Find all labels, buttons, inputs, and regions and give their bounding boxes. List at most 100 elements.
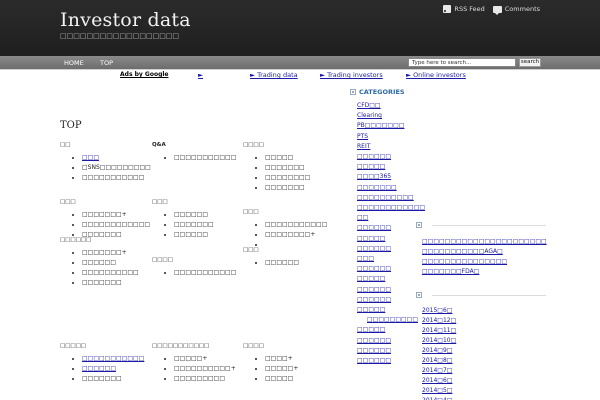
comment-icon [492, 5, 502, 15]
category-link[interactable]: □□□□□□ [357, 337, 391, 344]
category-item: REIT [357, 142, 410, 152]
category-block: □□□□□□□□□□□□□+□□□□□□□□□□□□□□□□□□□□□□□ [60, 237, 150, 288]
category-link[interactable]: □□□□□□ [357, 245, 391, 252]
list-item: □□□□□□□+ [82, 248, 150, 258]
ads-by-google-link[interactable]: Ads by Google [120, 71, 168, 78]
archive-link[interactable]: 2014□5□ [422, 387, 452, 394]
category-link[interactable]: PTS [357, 133, 368, 140]
ad-link-3[interactable]: ► Trading investors [320, 71, 383, 79]
category-block: □□□□□□□□+□□□□□+□□□□□ [243, 343, 333, 384]
category-link[interactable]: □□□□□ [357, 326, 385, 333]
recent-post-item: □□□□□□□□□□□AGA□ [422, 247, 546, 257]
archive-item: 2014□10□ [422, 336, 546, 346]
category-link[interactable]: PB□□□□□□□ [357, 122, 404, 129]
category-link[interactable]: □□□□□□ [357, 286, 391, 293]
category-item: □□□□□□ [357, 336, 410, 346]
ad-link-1[interactable]: ► [198, 71, 203, 79]
list-item: □□□□□□□□ [265, 173, 333, 183]
category-link[interactable]: □□□□□ [357, 235, 385, 242]
category-link[interactable]: □□□□□□□ [357, 184, 397, 191]
list-item: □□□□□ [265, 374, 333, 384]
widget-box-icon [416, 222, 422, 228]
category-block: □□□□□□□□□□□□□□□ [152, 257, 242, 278]
block-title: □□□□ [243, 142, 264, 148]
recent-post-item: □□□□□□□□□□□□□□□□□□□□□□ [422, 237, 547, 247]
category-item: □□□□□□□□□ [357, 315, 418, 325]
category-link[interactable]: □□□□□□ [357, 357, 391, 364]
page-title: TOP [60, 120, 82, 131]
category-link[interactable]: □□□□□ [357, 275, 385, 282]
archive-link[interactable]: 2014□6□ [422, 377, 452, 384]
category-link[interactable]: □□□□□□□□□□□□ [357, 204, 425, 211]
category-item: □□□□□□ [357, 295, 410, 305]
list-item: □□□□□□□□□□□ [174, 153, 242, 163]
archive-link[interactable]: 2015□6□ [422, 307, 452, 314]
list-item: □□□□□□□ [82, 374, 150, 384]
list-item: □□□□□□ [174, 230, 242, 240]
list-item-link[interactable]: □□□□□□□□□□□ [82, 355, 144, 362]
search-button[interactable]: search [519, 58, 541, 67]
rss-feed-link[interactable]: RSS Feed [443, 5, 485, 13]
category-item: □□□□□ [357, 325, 410, 335]
archive-link[interactable]: 2014□9□ [422, 347, 452, 354]
category-link[interactable]: □□□□□□ [357, 153, 391, 160]
category-link[interactable]: □□□ [357, 255, 374, 262]
category-block: □□□□□□□□□□□ □□□□□+□□□□□□□□□□+□□□□□□□□□ [152, 343, 242, 384]
block-title: □□ [60, 142, 71, 148]
list-item-link[interactable]: □□□ [82, 154, 99, 161]
categories-header: CATEGORIES [350, 88, 410, 96]
category-link[interactable]: □□□□□□ [357, 296, 391, 303]
recent-post-item: □□□□□□□FDA□ [422, 267, 546, 277]
block-title: Q&A [152, 142, 166, 148]
category-link[interactable]: □□□□□□ [357, 347, 391, 354]
recent-post-link[interactable]: □□□□□□□FDA□ [422, 268, 479, 275]
category-link[interactable]: CFD□□ [357, 102, 381, 109]
ad-link-4[interactable]: ► Online investors [406, 71, 466, 79]
category-link[interactable]: □□□□□ [357, 306, 385, 313]
category-link[interactable]: □□□□□□□□□ [367, 316, 418, 323]
list-item-link[interactable]: □□□□□□ [82, 365, 116, 372]
list-item: □□□□□□□□□□□ [82, 354, 150, 364]
category-link[interactable]: REIT [357, 143, 370, 150]
ad-link-2[interactable]: ► Trading data [250, 71, 298, 79]
list-item: □□□□□□□□□ [174, 374, 242, 384]
recent-post-link[interactable]: □□□□□□□□□□□□□□□ [422, 258, 507, 265]
archive-link[interactable]: 2014□8□ [422, 357, 452, 364]
category-block: □□□□□□□□□□+□□□□□□□□□□□□□□□□□□□ [60, 199, 150, 240]
recent-post-link[interactable]: □□□□□□□□□□□AGA□ [422, 248, 503, 255]
list-item: □□□□□□□□□□+ [174, 364, 242, 374]
search-input[interactable] [408, 58, 516, 67]
block-list: □□□□□□□+□□□□□□□□□□□□□□□□□□□ [60, 210, 150, 240]
archive-item: 2014□6□ [422, 376, 546, 386]
archive-link[interactable]: 2014□10□ [422, 337, 456, 344]
recent-post-link[interactable]: □□□□□□□□□□□□□□□□□□□□□□ [422, 238, 547, 245]
recent-post-item: □□□□□□□□□□□□□□□ [422, 257, 546, 267]
archive-link[interactable]: 2014□7□ [422, 367, 452, 374]
comments-feed-link[interactable]: Comments [492, 5, 540, 15]
category-link[interactable]: □□□□□□ [357, 265, 391, 272]
category-link[interactable]: □□□□□□ [357, 224, 391, 231]
category-block: □□□□□□□□□□□□□□□□□□□□□□+ [243, 209, 333, 250]
category-link[interactable]: □□□□□ [357, 163, 385, 170]
category-link[interactable]: □□ [357, 214, 368, 221]
category-item: □□□□□□ [357, 285, 410, 295]
category-item: □□□□□ [357, 234, 410, 244]
category-block: □□□□□□□□□□□□□□□□□□□□□□□□□□□□□ [60, 343, 150, 384]
block-title: □□□□□□□□□□□ [152, 343, 210, 349]
category-link[interactable]: Clearing [357, 112, 382, 119]
nav-home[interactable]: HOME [64, 59, 84, 67]
archive-link[interactable]: 2014□12□ [422, 317, 456, 324]
categories-list: CFD□□ Clearing PB□□□□□□□ PTS REIT □□□□□□ □□□□□… [350, 101, 425, 366]
block-list: □□□□□□ [243, 258, 333, 268]
ads-bar: Ads by Google ► ► Trading data ► Trading… [120, 71, 480, 80]
archive-item: 2014□12□ [422, 316, 546, 326]
category-link[interactable]: □□□□□□□□□□ [357, 194, 414, 201]
category-link[interactable]: □□□□365 [357, 173, 391, 180]
site-title[interactable]: Investor data [60, 9, 191, 31]
nav-top[interactable]: TOP [100, 59, 113, 67]
list-item: □□□□□□□+ [82, 210, 150, 220]
category-item: □□□□□ [357, 305, 410, 315]
recent-posts-list: □□□□□□□□□□□□□□□□□□□□□□ □□□□□□□□□□□AGA□ □□□… [416, 237, 547, 277]
list-item: □□□□□□ [265, 258, 333, 268]
archive-link[interactable]: 2014□11□ [422, 327, 456, 334]
